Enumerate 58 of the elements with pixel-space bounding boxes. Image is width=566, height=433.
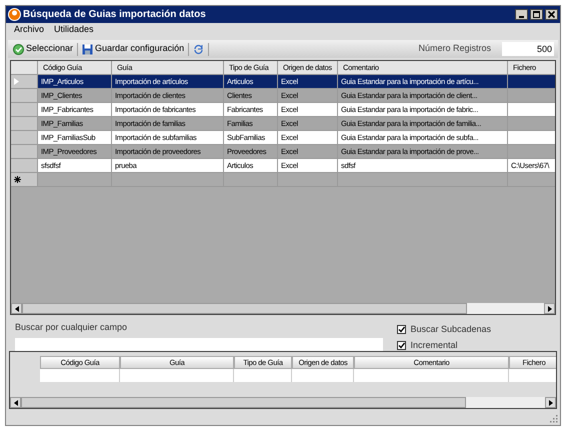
new-row-cell[interactable] xyxy=(224,173,278,187)
maximize-button[interactable] xyxy=(530,9,543,20)
horizontal-scrollbar[interactable] xyxy=(11,303,555,314)
scroll-left-button[interactable] xyxy=(11,303,22,314)
current-row-icon xyxy=(14,78,19,85)
count-field[interactable]: 500 xyxy=(502,42,554,56)
resize-grip-icon[interactable] xyxy=(550,415,558,423)
search-label: Buscar por cualquier campo xyxy=(15,321,128,334)
checkbox-label: Buscar Subcadenas xyxy=(410,323,491,336)
row-header[interactable] xyxy=(11,145,38,159)
minimize-button[interactable] xyxy=(515,9,528,20)
filter-input-cell[interactable] xyxy=(292,369,354,382)
menu-item[interactable]: Archivo xyxy=(10,23,48,37)
table-cell xyxy=(508,103,555,117)
row-header[interactable] xyxy=(11,89,38,103)
refresh-icon xyxy=(193,44,204,54)
filter-input-cell[interactable] xyxy=(354,369,509,382)
horizontal-scrollbar[interactable] xyxy=(10,397,556,408)
refresh-button[interactable] xyxy=(192,44,206,54)
close-icon xyxy=(547,10,556,19)
maximize-icon xyxy=(532,10,541,19)
toolbar-button[interactable]: Guardar configuración xyxy=(81,42,186,56)
new-row-icon xyxy=(14,176,21,183)
check-circle-icon xyxy=(13,44,24,54)
row-header[interactable] xyxy=(11,117,38,131)
new-row-cell[interactable] xyxy=(278,173,338,187)
left-arrow-icon xyxy=(14,400,18,406)
filter-input-cell[interactable] xyxy=(40,369,120,382)
filter-input-cell[interactable] xyxy=(120,369,234,382)
scroll-thumb[interactable] xyxy=(22,303,467,314)
row-header[interactable] xyxy=(11,75,38,89)
scroll-right-button[interactable] xyxy=(545,397,556,408)
scroll-left-button[interactable] xyxy=(10,397,21,408)
row-header[interactable] xyxy=(11,159,38,173)
search-field[interactable] xyxy=(15,338,383,351)
right-arrow-icon xyxy=(548,400,552,406)
window-title: Búsqueda de Guias importación datos xyxy=(23,8,207,22)
scroll-right-button[interactable] xyxy=(544,303,555,314)
checkbox[interactable] xyxy=(397,325,406,334)
count-label: Número Registros xyxy=(418,42,491,56)
new-row-cell[interactable] xyxy=(112,173,224,187)
checkbox[interactable] xyxy=(397,340,406,350)
scroll-thumb[interactable] xyxy=(21,397,466,408)
row-header[interactable] xyxy=(11,103,38,117)
row-header[interactable] xyxy=(11,131,38,145)
toolbar-button[interactable]: Seleccionar xyxy=(12,42,74,56)
new-row-cell[interactable] xyxy=(38,173,112,187)
right-arrow-icon xyxy=(548,306,552,312)
filter-input-cell[interactable] xyxy=(509,369,556,382)
filter-input-cell[interactable] xyxy=(234,369,292,382)
table-cell xyxy=(508,75,555,89)
close-button[interactable] xyxy=(545,9,558,20)
table-cell xyxy=(508,131,555,145)
new-row-cell[interactable] xyxy=(338,173,508,187)
left-arrow-icon xyxy=(14,306,18,312)
menu-item[interactable]: Utilidades xyxy=(50,23,98,37)
app-icon xyxy=(8,8,21,21)
checkbox-label: Incremental xyxy=(410,338,458,352)
